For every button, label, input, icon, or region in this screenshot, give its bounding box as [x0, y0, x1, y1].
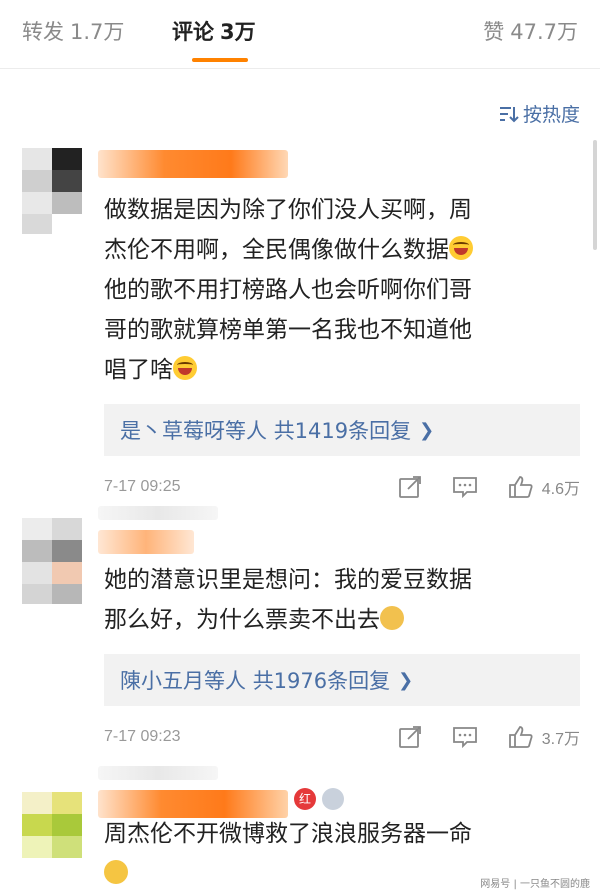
comment-line: 他的歌不用打榜路人也会听啊你们哥: [104, 277, 472, 303]
comment-text: 她的潜意识里是想问：我的爱豆数据 那么好，为什么票卖不出去: [104, 560, 580, 640]
doge-emoji-icon: [380, 606, 404, 630]
comment-time: 7-17 09:23: [104, 728, 181, 745]
reply-count: 共1976条回复: [252, 669, 391, 693]
member-badge: 红: [294, 788, 316, 810]
comment-line: 做数据是因为除了你们没人买啊，周: [104, 197, 472, 223]
tab-reposts-count: 1.7万: [70, 20, 125, 44]
tab-comments[interactable]: 评论 3万: [172, 16, 256, 46]
repost-button[interactable]: [398, 475, 422, 499]
comment-line: 唱了啥: [104, 357, 173, 383]
username-redacted[interactable]: [98, 530, 194, 554]
tab-reposts-label: 转发: [22, 20, 64, 44]
repost-button[interactable]: [398, 725, 422, 749]
watermark: 网易号 | 一只鱼不圆的鹿: [480, 879, 590, 890]
reply-count: 共1419条回复: [273, 419, 412, 443]
comment-icon: [452, 477, 477, 499]
sort-icon: [499, 106, 519, 122]
comment-line: 杰伦不用啊，全民偶像做什么数据: [104, 237, 449, 263]
reply-others: 等人: [225, 419, 267, 443]
tab-comments-label: 评论: [172, 20, 214, 44]
comment-time: 7-17 09:25: [104, 478, 181, 495]
avatar[interactable]: [22, 518, 82, 604]
avatar[interactable]: [22, 792, 82, 882]
comment-line: 那么好，为什么票卖不出去: [104, 607, 380, 633]
chevron-right-icon: ❯: [419, 419, 435, 441]
reply-user[interactable]: 陳小五月: [120, 665, 204, 695]
like-button[interactable]: 4.6万: [508, 475, 580, 499]
medal-icon: [322, 788, 344, 810]
sort-button[interactable]: 按热度: [499, 100, 580, 127]
tab-likes-label: 赞: [483, 20, 505, 44]
tab-bar: 转发 1.7万 评论 3万 赞 47.7万: [0, 0, 600, 69]
username-redacted: [98, 506, 218, 520]
username-redacted: [98, 766, 218, 780]
like-count: 4.6万: [541, 481, 580, 498]
comment-meta: 7-17 09:25 4.6万: [104, 472, 580, 502]
replies-summary[interactable]: 陳小五月 等人 共1976条回复 ❯: [104, 654, 580, 706]
like-button[interactable]: 3.7万: [508, 725, 580, 749]
thumbs-up-icon: [508, 726, 533, 748]
sort-label: 按热度: [522, 104, 580, 126]
avatar[interactable]: [22, 148, 82, 234]
reply-others: 等人: [204, 669, 246, 693]
comment-icon: [452, 727, 477, 749]
comment-meta: 7-17 09:23 3.7万: [104, 722, 580, 752]
like-count: 3.7万: [541, 731, 580, 748]
chevron-right-icon: ❯: [398, 669, 414, 691]
comment-line: 周杰伦不开微博救了浪浪服务器一命: [104, 821, 472, 847]
laugh-cry-emoji-icon: [173, 356, 197, 380]
comment-line: 哥的歌就算榜单第一名我也不知道他: [104, 317, 472, 343]
username-redacted[interactable]: [98, 150, 288, 178]
thumbs-up-icon: [508, 476, 533, 498]
tab-likes-count: 47.7万: [510, 20, 578, 44]
replies-summary[interactable]: 是丶草莓呀 等人 共1419条回复 ❯: [104, 404, 580, 456]
tab-comments-count: 3万: [220, 20, 256, 44]
reply-user[interactable]: 是丶草莓呀: [120, 415, 225, 445]
comment-text: 做数据是因为除了你们没人买啊，周 杰伦不用啊，全民偶像做什么数据 他的歌不用打榜…: [104, 190, 580, 390]
tab-likes[interactable]: 赞 47.7万: [483, 16, 578, 46]
tab-reposts[interactable]: 转发 1.7万: [22, 16, 124, 46]
laugh-cry-emoji-icon: [449, 236, 473, 260]
repost-icon: [398, 476, 421, 498]
active-tab-indicator: [192, 58, 248, 62]
scrollbar[interactable]: [593, 140, 597, 250]
comment-actions: 3.7万: [368, 722, 580, 752]
comment-button[interactable]: [452, 725, 478, 749]
comment-actions: 4.6万: [368, 472, 580, 502]
repost-icon: [398, 726, 421, 748]
comment-button[interactable]: [452, 475, 478, 499]
comment-line: 她的潜意识里是想问：我的爱豆数据: [104, 567, 472, 593]
thinking-emoji-icon: [104, 860, 128, 884]
